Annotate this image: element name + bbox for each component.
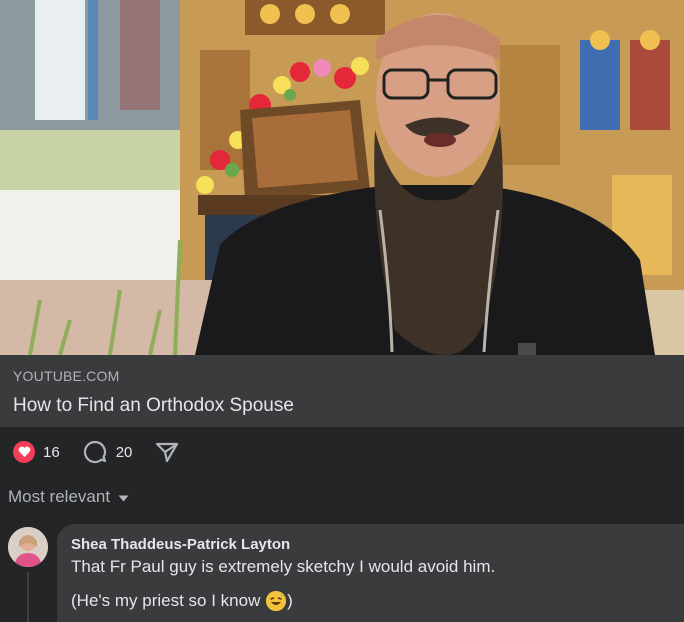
video-thumbnail[interactable] xyxy=(0,0,684,355)
like-count: 16 xyxy=(43,443,60,461)
comment-count: 20 xyxy=(115,443,133,461)
comment-text-line1: That Fr Paul guy is extremely sketchy I … xyxy=(71,557,496,576)
link-domain: YOUTUBE.COM xyxy=(13,368,120,384)
comment-item: Shea Thaddeus-Patrick Layton That Fr Pau… xyxy=(0,522,684,622)
comment-button[interactable]: 20 xyxy=(82,439,133,465)
comment-author[interactable]: Shea Thaddeus-Patrick Layton xyxy=(71,536,670,553)
comment-text-line2: (He's my priest so I know ) xyxy=(71,590,670,612)
avatar[interactable] xyxy=(8,527,48,567)
comment-text-line2-end: ) xyxy=(287,591,293,610)
comment-icon xyxy=(82,439,108,465)
link-preview[interactable]: YOUTUBE.COM How to Find an Orthodox Spou… xyxy=(0,355,684,427)
caret-down-icon xyxy=(118,489,129,507)
thumbnail-illustration xyxy=(0,0,684,355)
share-button[interactable] xyxy=(154,439,180,465)
comment-sort-dropdown[interactable]: Most relevant xyxy=(8,485,129,509)
facebook-post: YOUTUBE.COM How to Find an Orthodox Spou… xyxy=(0,0,684,622)
sort-label: Most relevant xyxy=(8,487,111,506)
grinning-sweat-emoji-icon xyxy=(266,591,287,611)
thread-line xyxy=(27,572,29,622)
link-title[interactable]: How to Find an Orthodox Spouse xyxy=(13,395,671,417)
heart-icon xyxy=(13,441,35,463)
share-icon xyxy=(154,439,180,465)
comment-text-line2-start: (He's my priest so I know xyxy=(71,591,261,610)
like-reaction-button[interactable]: 16 xyxy=(13,441,60,463)
comment-bubble: Shea Thaddeus-Patrick Layton That Fr Pau… xyxy=(57,524,684,622)
reactions-bar: 16 20 xyxy=(0,427,684,477)
